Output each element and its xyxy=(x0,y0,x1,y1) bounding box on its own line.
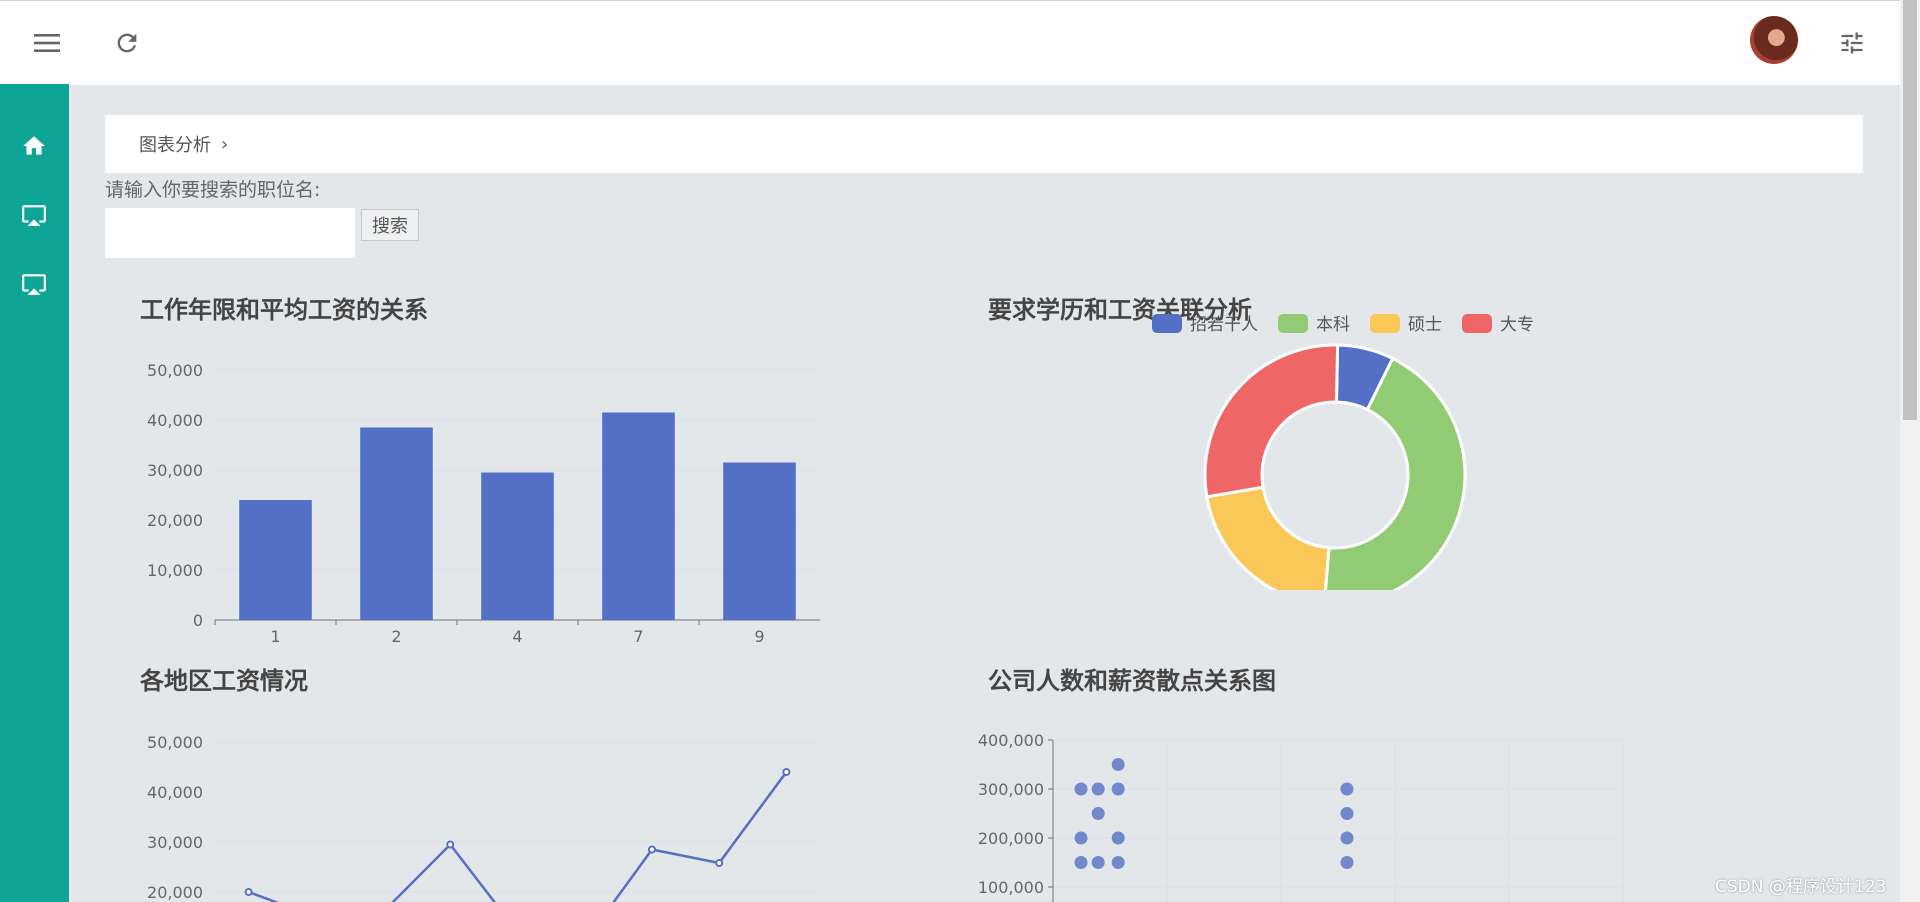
y-tick-label: 50,000 xyxy=(147,733,203,752)
y-tick-label: 20,000 xyxy=(147,883,203,902)
legend-swatch xyxy=(1278,314,1308,333)
top-bar xyxy=(0,0,1900,85)
breadcrumb: 图表分析 › xyxy=(105,115,1863,173)
legend-swatch xyxy=(1152,314,1182,333)
scatter-point xyxy=(1074,831,1088,845)
scatter-point xyxy=(1074,782,1088,796)
legend-label: 招若干人 xyxy=(1190,315,1258,335)
search-button[interactable]: 搜索 xyxy=(361,209,419,241)
line-point xyxy=(446,840,455,849)
legend-swatch xyxy=(1370,314,1400,333)
bar-chart: 0 10,000 20,000 30,000 40,000 50,000 1 2 4 7 9 xyxy=(147,361,820,646)
sidebar xyxy=(0,84,69,902)
scatter-point xyxy=(1074,856,1088,869)
line-chart: 20,000 30,000 40,000 50,000 xyxy=(147,733,820,902)
x-tick-label: 4 xyxy=(512,627,522,646)
y-tick-label: 40,000 xyxy=(147,783,203,802)
scatter-point xyxy=(1340,831,1354,845)
bar xyxy=(239,500,312,620)
breadcrumb-separator: › xyxy=(221,133,229,155)
user-avatar[interactable] xyxy=(1750,16,1798,64)
scatter-chart-title: 公司人数和薪资散点关系图 xyxy=(988,667,1276,695)
y-tick-label: 10,000 xyxy=(147,561,203,580)
y-tick-label: 300,000 xyxy=(978,780,1044,799)
scrollbar-thumb[interactable] xyxy=(1903,0,1917,420)
scatter-point xyxy=(1091,782,1105,796)
scatter-point xyxy=(1111,856,1125,869)
breadcrumb-item-chart-analysis[interactable]: 图表分析 xyxy=(139,131,211,157)
x-tick-label: 7 xyxy=(633,627,643,646)
y-tick-label: 0 xyxy=(193,611,203,630)
screen-cast-icon[interactable] xyxy=(17,198,51,232)
y-tick-label: 30,000 xyxy=(147,461,203,480)
pie-slice xyxy=(1203,343,1340,499)
pie-slice xyxy=(1205,485,1331,590)
y-tick-label: 20,000 xyxy=(147,511,203,530)
scatter-point xyxy=(1340,856,1354,869)
search-label: 请输入你要搜索的职位名: xyxy=(105,179,321,201)
line-point xyxy=(782,768,791,776)
home-icon[interactable] xyxy=(17,129,51,163)
line-point xyxy=(715,859,724,867)
legend-label: 本科 xyxy=(1316,315,1350,335)
vertical-scrollbar[interactable] xyxy=(1900,0,1920,902)
y-tick-label: 30,000 xyxy=(147,833,203,852)
legend-swatch xyxy=(1462,314,1492,333)
x-tick-label: 1 xyxy=(270,627,280,646)
scatter-point xyxy=(1111,758,1125,771)
scatter-point xyxy=(1111,782,1125,796)
y-tick-label: 100,000 xyxy=(978,878,1044,897)
x-tick-label: 2 xyxy=(391,627,401,646)
x-tick-label: 9 xyxy=(754,627,764,646)
bar xyxy=(360,427,433,620)
legend-label: 大专 xyxy=(1500,315,1534,335)
scatter-point xyxy=(1111,831,1125,845)
search-input[interactable] xyxy=(105,208,355,258)
donut-chart: 招若干人 本科 硕士 大专 xyxy=(1152,314,1534,590)
scatter-point xyxy=(1091,856,1105,869)
screen-cast-icon[interactable] xyxy=(17,267,51,301)
bar xyxy=(723,462,796,620)
y-tick-label: 200,000 xyxy=(978,829,1044,848)
y-tick-label: 50,000 xyxy=(147,361,203,380)
scatter-chart: 100,000 200,000 300,000 400,000 xyxy=(978,731,1625,902)
bar xyxy=(481,472,554,620)
y-tick-label: 40,000 xyxy=(147,411,203,430)
line-point xyxy=(244,888,253,896)
legend-label: 硕士 xyxy=(1408,315,1442,335)
scatter-point xyxy=(1340,782,1354,796)
y-tick-label: 400,000 xyxy=(978,731,1044,750)
scatter-point xyxy=(1091,807,1105,820)
watermark: CSDN @程序设计123 xyxy=(1715,877,1887,897)
refresh-icon[interactable] xyxy=(107,23,147,63)
line-chart-title: 各地区工资情况 xyxy=(140,667,308,695)
bar xyxy=(602,412,675,620)
bar-chart-title: 工作年限和平均工资的关系 xyxy=(140,296,428,324)
line-point xyxy=(647,845,656,854)
hamburger-menu-icon[interactable] xyxy=(27,23,67,63)
sliders-settings-icon[interactable] xyxy=(1832,23,1872,63)
scatter-point xyxy=(1340,807,1354,820)
